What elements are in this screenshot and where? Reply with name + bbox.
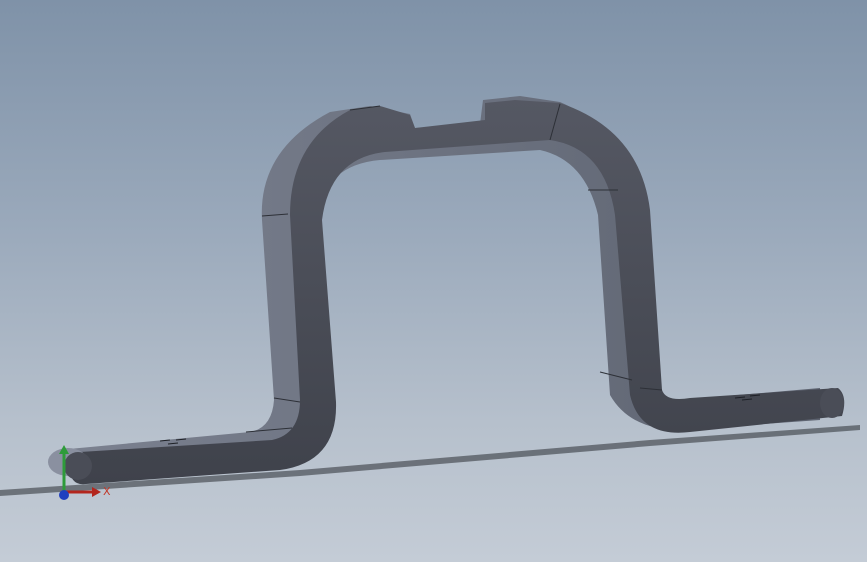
z-axis-origin-icon [59,490,69,500]
model-view[interactable] [0,0,867,562]
bracket-top-face [70,100,845,485]
x-axis-arrow-icon [92,487,101,497]
reference-triad: X [59,445,111,500]
y-axis-arrow-icon [59,445,69,454]
x-axis-label: X [103,485,111,498]
right-foot-end [820,388,844,418]
graphics-viewport[interactable]: X [0,0,867,562]
